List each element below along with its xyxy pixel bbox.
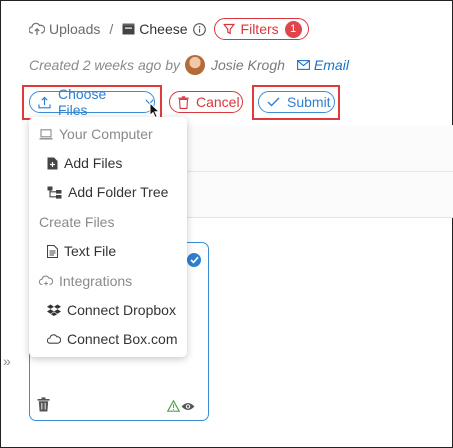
submit-button[interactable]: Submit [258, 91, 335, 113]
menu-item-connect-dropbox[interactable]: Connect Dropbox [29, 298, 205, 322]
info-icon[interactable] [192, 22, 206, 36]
mouse-cursor-icon [149, 101, 161, 124]
avatar [184, 55, 205, 75]
menu-item-add-folder-tree[interactable]: Add Folder Tree [29, 180, 205, 204]
file-plus-icon [47, 157, 58, 170]
breadcrumb-current-folder: Cheese [139, 21, 188, 37]
menu-section-label: Your Computer [59, 126, 153, 142]
menu-section-label: Create Files [39, 214, 115, 230]
submit-label: Submit [287, 94, 331, 110]
menu-item-add-files[interactable]: Add Files [29, 151, 205, 175]
email-icon [296, 60, 310, 70]
menu-section-integrations: Integrations [29, 269, 197, 293]
menu-section-create-files: Create Files [29, 210, 197, 234]
menu-item-label: Add Files [64, 155, 123, 171]
email-label: Email [313, 57, 349, 73]
menu-section-label: Integrations [59, 273, 133, 289]
filters-count-badge: 1 [284, 20, 302, 38]
integrations-icon [39, 275, 53, 287]
created-meta: Created 2 weeks ago by Josie Krogh Email [29, 53, 349, 77]
choose-files-button[interactable]: Choose Files [29, 86, 155, 118]
choose-files-label: Choose Files [58, 86, 107, 118]
menu-item-label: Text File [64, 243, 117, 259]
email-link[interactable]: Email [293, 57, 349, 73]
filter-icon [222, 23, 235, 35]
dropbox-icon [47, 304, 61, 316]
choose-files-menu: Your Computer Add Files Add Folder Tree … [29, 117, 187, 357]
check-icon [267, 97, 280, 107]
laptop-icon [39, 128, 53, 140]
menu-item-text-file[interactable]: Text File [29, 239, 205, 263]
eye-icon[interactable] [181, 399, 195, 417]
folder-icon [122, 23, 135, 35]
cancel-label: Cancel [196, 94, 240, 110]
trash-icon [178, 95, 189, 109]
filters-label: Filters [240, 21, 279, 37]
menu-item-label: Connect Box.com [67, 331, 178, 347]
window-frame: Uploads / Cheese Filters 1 Created 2 wee… [0, 0, 453, 448]
warning-icon [166, 399, 181, 417]
folder-tree-icon [47, 186, 62, 199]
text-file-icon [47, 244, 58, 258]
menu-item-connect-box[interactable]: Connect Box.com [29, 327, 205, 351]
cancel-button[interactable]: Cancel [169, 91, 243, 113]
menu-item-label: Connect Dropbox [67, 302, 176, 318]
expand-icon[interactable]: » [3, 353, 11, 369]
trash-icon[interactable] [37, 397, 50, 417]
author-name[interactable]: Josie Krogh [211, 57, 285, 73]
menu-section-your-computer: Your Computer [29, 122, 197, 146]
filters-button[interactable]: Filters 1 [213, 18, 309, 40]
breadcrumb: Uploads / Cheese Filters 1 [29, 17, 309, 41]
upload-icon [38, 96, 51, 109]
created-text: Created 2 weeks ago by [29, 57, 180, 73]
breadcrumb-separator: / [109, 21, 114, 37]
breadcrumb-root-link[interactable]: Uploads [49, 21, 100, 37]
cloud-icon [47, 334, 61, 344]
menu-item-label: Add Folder Tree [68, 184, 169, 200]
cloud-upload-icon [29, 22, 45, 36]
